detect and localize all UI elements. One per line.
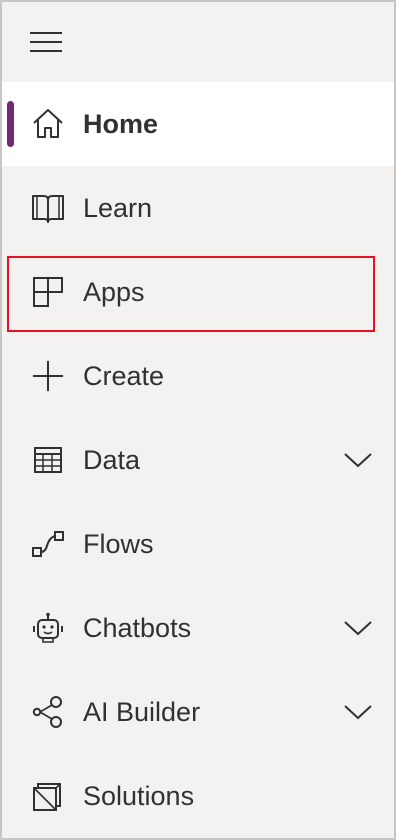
table-icon <box>30 442 66 478</box>
ai-builder-icon <box>30 694 66 730</box>
flow-icon <box>30 526 66 562</box>
hamburger-icon <box>29 30 63 54</box>
nav-item-label: Learn <box>83 192 153 223</box>
nav-item-label: Chatbots <box>83 612 192 643</box>
left-navigation: Home Learn Apps Create Data Flows Chatbo… <box>0 0 396 840</box>
nav-item-apps[interactable]: Apps <box>2 250 394 334</box>
nav-item-ai-builder[interactable]: AI Builder <box>2 670 394 754</box>
nav-item-data[interactable]: Data <box>2 418 394 502</box>
nav-item-solutions[interactable]: Solutions <box>2 754 394 838</box>
nav-item-chatbots[interactable]: Chatbots <box>2 586 394 670</box>
nav-item-home[interactable]: Home <box>2 82 394 166</box>
nav-item-label: Data <box>83 444 141 475</box>
apps-icon <box>30 274 66 310</box>
hamburger-button[interactable] <box>28 24 64 60</box>
nav-item-label: Flows <box>83 528 154 559</box>
nav-item-label: AI Builder <box>83 696 201 727</box>
nav-item-label: Home <box>83 108 159 139</box>
solutions-icon <box>30 778 66 814</box>
chevron-down-icon[interactable] <box>342 444 374 476</box>
book-icon <box>30 190 66 226</box>
home-icon <box>30 106 66 142</box>
nav-item-learn[interactable]: Learn <box>2 166 394 250</box>
nav-item-label: Solutions <box>83 780 195 811</box>
bot-icon <box>30 610 66 646</box>
nav-item-flows[interactable]: Flows <box>2 502 394 586</box>
chevron-down-icon[interactable] <box>342 612 374 644</box>
plus-icon <box>30 358 66 394</box>
nav-item-label: Apps <box>83 276 145 307</box>
nav-item-label: Create <box>83 360 165 391</box>
nav-item-create[interactable]: Create <box>2 334 394 418</box>
active-indicator <box>7 101 14 147</box>
chevron-down-icon[interactable] <box>342 696 374 728</box>
nav-header <box>2 2 394 82</box>
